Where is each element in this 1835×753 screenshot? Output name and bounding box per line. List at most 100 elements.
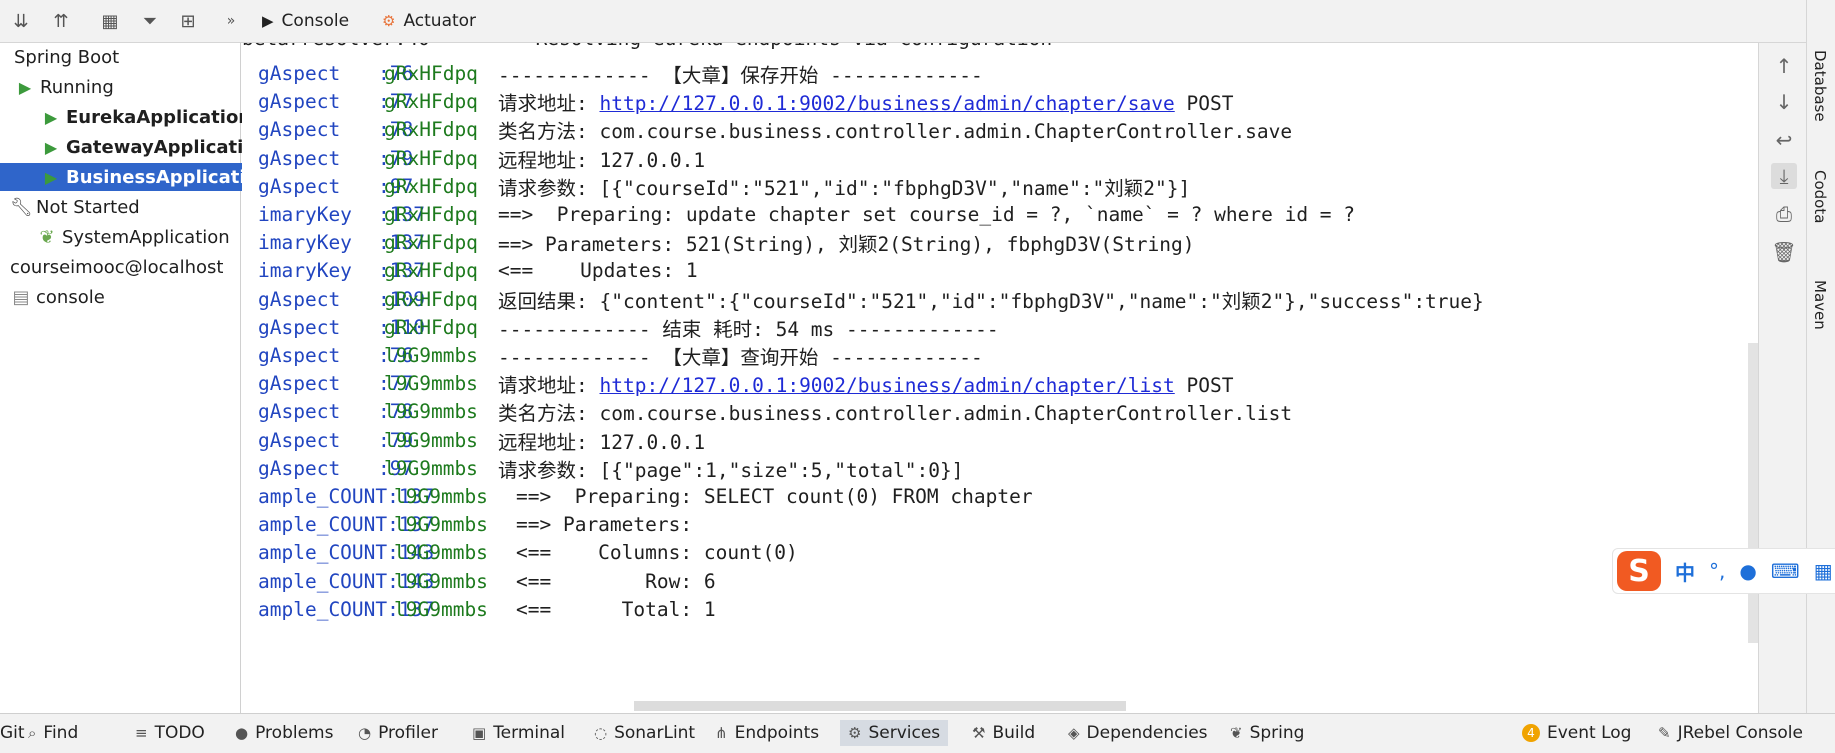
log-text: 请求地址: bbox=[498, 374, 600, 398]
scroll-to-end-icon[interactable]: ⤓ bbox=[1771, 163, 1797, 189]
log-text: ------------- 结束 耗时: 54 ms ------------- bbox=[498, 317, 999, 341]
spring-icon: ❦ bbox=[1230, 724, 1243, 742]
log-message: ==> Preparing: SELECT count(0) FROM chap… bbox=[516, 485, 1033, 508]
tree-label: BusinessApplication bbox=[66, 166, 271, 188]
group-icon[interactable]: ▦ bbox=[97, 8, 123, 34]
tree-not-started[interactable]: 🔧︎ Not Started bbox=[0, 193, 250, 221]
database-tool[interactable]: Database bbox=[1811, 50, 1829, 122]
sogou-logo[interactable]: S bbox=[1617, 551, 1661, 591]
tree-app-system[interactable]: ❦ SystemApplication bbox=[0, 223, 276, 251]
log-request-id: l9G9mmbs bbox=[394, 569, 488, 593]
log-request-id: gRxHFdpq bbox=[384, 90, 478, 114]
tab-console[interactable]: ▶ Console bbox=[262, 8, 349, 34]
log-logger: gAspect bbox=[258, 174, 341, 198]
toolwindow-todo[interactable]: ≡ TODO bbox=[135, 720, 205, 746]
log-request-id: l9G9mmbs bbox=[384, 400, 478, 424]
tree-spring-boot[interactable]: Spring Boot bbox=[0, 43, 240, 71]
log-request-id: gRxHFdpq bbox=[384, 203, 478, 226]
tree-label: console bbox=[36, 286, 105, 308]
wrench-icon: 🔧︎ bbox=[10, 196, 33, 218]
add-service-icon[interactable]: ⊞ bbox=[175, 8, 201, 34]
log-url-link[interactable]: http://127.0.0.1:9002/business/admin/cha… bbox=[599, 92, 1174, 115]
toolwindow-problems[interactable]: ● Problems bbox=[235, 720, 333, 746]
console-vertical-scrollbar[interactable] bbox=[1748, 343, 1758, 643]
console-output[interactable]: betarresolver:40 Resolving eureka endpoi… bbox=[242, 43, 1757, 713]
tab-actuator[interactable]: ⚙ Actuator bbox=[382, 8, 476, 34]
log-request-id: l9G9mmbs bbox=[394, 513, 488, 537]
soft-wrap-icon[interactable]: ↩ bbox=[1771, 127, 1797, 153]
console-icon: ▶ bbox=[262, 12, 274, 30]
toolwindow-label: Find bbox=[43, 723, 79, 743]
trash-icon[interactable]: 🗑︎ bbox=[1771, 239, 1797, 265]
toolwindow-dependencies[interactable]: ◈ Dependencies bbox=[1068, 720, 1208, 746]
tool-window-bar: Git ⌕ Find ≡ TODO ● Problems ◔ Profiler ▣ Terminal… bbox=[0, 713, 1835, 753]
services-tree: Spring Boot ▶ Running ▶ EurekaApplicatio… bbox=[0, 43, 280, 753]
more-icon[interactable]: » bbox=[218, 8, 244, 34]
tree-console[interactable]: ▤ console bbox=[0, 283, 250, 311]
tree-app-gateway[interactable]: ▶ GatewayApplication bbox=[0, 133, 280, 161]
toolwindow-services[interactable]: ⚙ Services bbox=[840, 720, 949, 746]
toolwindow-sonarlint[interactable]: ◌ SonarLint bbox=[594, 720, 695, 746]
toolwindow-event-log[interactable]: 4 Event Log bbox=[1522, 720, 1631, 746]
run-icon: ▶ bbox=[18, 77, 32, 97]
keyboard-icon[interactable]: ⌨ bbox=[1771, 559, 1800, 583]
log-message: ==> Parameters: bbox=[516, 513, 692, 536]
spring-leaf-icon: ❦ bbox=[39, 226, 55, 248]
toolwindow-git[interactable]: Git bbox=[0, 720, 25, 746]
log-logger: gAspect bbox=[258, 315, 341, 339]
log-message: 远程地址: 127.0.0.1 bbox=[498, 144, 705, 173]
log-text: 请求参数: [{"page":1,"size":5,"total":0}] bbox=[498, 458, 964, 482]
log-message: 请求参数: [{"courseId":"521","id":"fbphgD3V"… bbox=[498, 172, 1190, 201]
toolwindow-jrebel-console[interactable]: ✎ JRebel Console bbox=[1658, 720, 1803, 746]
expand-all-icon[interactable]: ⇊ bbox=[8, 8, 34, 34]
toolwindow-label: Endpoints bbox=[734, 723, 820, 743]
log-message: <== Columns: count(0) bbox=[516, 541, 798, 564]
log-message: 请求参数: [{"page":1,"size":5,"total":0}] bbox=[498, 454, 963, 483]
toolwindow-label: Dependencies bbox=[1086, 723, 1208, 743]
maven-tool[interactable]: Maven bbox=[1811, 280, 1829, 330]
log-url-link[interactable]: http://127.0.0.1:9002/business/admin/cha… bbox=[599, 374, 1174, 397]
collapse-all-icon[interactable]: ⇈ bbox=[48, 8, 74, 34]
toolwindow-build[interactable]: ⚒ Build bbox=[972, 720, 1035, 746]
toolwindow-find[interactable]: ⌕ Find bbox=[28, 720, 78, 746]
toolwindow-profiler[interactable]: ◔ Profiler bbox=[358, 720, 438, 746]
log-text: ------------- 【大章】保存开始 ------------- bbox=[498, 64, 983, 87]
codota-tool[interactable]: Codota bbox=[1811, 170, 1829, 223]
log-logger: imaryKey bbox=[258, 231, 352, 255]
toolwindow-terminal[interactable]: ▣ Terminal bbox=[472, 720, 565, 746]
tree-database[interactable]: courseimooc@localhost bbox=[0, 253, 250, 281]
log-text: 远程地址: 127.0.0.1 bbox=[498, 148, 706, 172]
arrow-up-icon[interactable]: ↑ bbox=[1771, 53, 1797, 79]
tree-app-eureka[interactable]: ▶ EurekaApplication : bbox=[0, 103, 280, 131]
log-text: <== Total: 1 bbox=[516, 597, 716, 621]
event-count-badge: 4 bbox=[1522, 724, 1540, 742]
arrow-down-icon[interactable]: ↓ bbox=[1771, 89, 1797, 115]
tree-running[interactable]: ▶ Running bbox=[0, 73, 254, 101]
mic-icon[interactable]: ● bbox=[1739, 559, 1756, 583]
toolwindow-spring[interactable]: ❦ Spring bbox=[1230, 720, 1304, 746]
print-icon[interactable]: ⎙ bbox=[1771, 201, 1797, 227]
console-horizontal-scrollbar[interactable] bbox=[634, 701, 1126, 711]
tree-label: courseimooc@localhost bbox=[10, 256, 224, 278]
log-method: POST bbox=[1174, 374, 1234, 398]
ime-punct[interactable]: °, bbox=[1709, 559, 1725, 583]
log-message: 类名方法: com.course.business.controller.adm… bbox=[498, 115, 1292, 144]
jrebel-icon: ✎ bbox=[1658, 724, 1671, 742]
log-request-id: gRxHFdpq bbox=[384, 315, 478, 339]
tree-app-business[interactable]: ▶ BusinessApplication bbox=[0, 163, 280, 191]
log-logger: gAspect bbox=[258, 118, 341, 142]
hammer-icon: ⚒ bbox=[972, 724, 986, 742]
filter-icon[interactable]: ⏷ bbox=[137, 8, 163, 34]
grid-icon[interactable]: ▦ bbox=[1814, 559, 1833, 583]
console-partial-line: betarresolver:40 Resolving eureka endpoi… bbox=[242, 43, 1052, 57]
log-message: ------------- 【大章】保存开始 ------------- bbox=[498, 59, 983, 88]
toolwindow-label: Problems bbox=[255, 723, 334, 743]
ime-mode[interactable]: 中 bbox=[1675, 557, 1695, 586]
log-text: 类名方法: com.course.business.controller.adm… bbox=[498, 120, 1293, 144]
log-logger: gAspect bbox=[258, 62, 341, 85]
log-message: ------------- 【大章】查询开始 ------------- bbox=[498, 341, 983, 370]
toolwindow-label: Build bbox=[992, 723, 1036, 743]
log-logger: gAspect bbox=[258, 146, 341, 170]
toolwindow-endpoints[interactable]: ⋔ Endpoints bbox=[715, 720, 819, 746]
ime-toolbar[interactable]: S 中 °, ● ⌨ ▦ bbox=[1612, 548, 1835, 594]
